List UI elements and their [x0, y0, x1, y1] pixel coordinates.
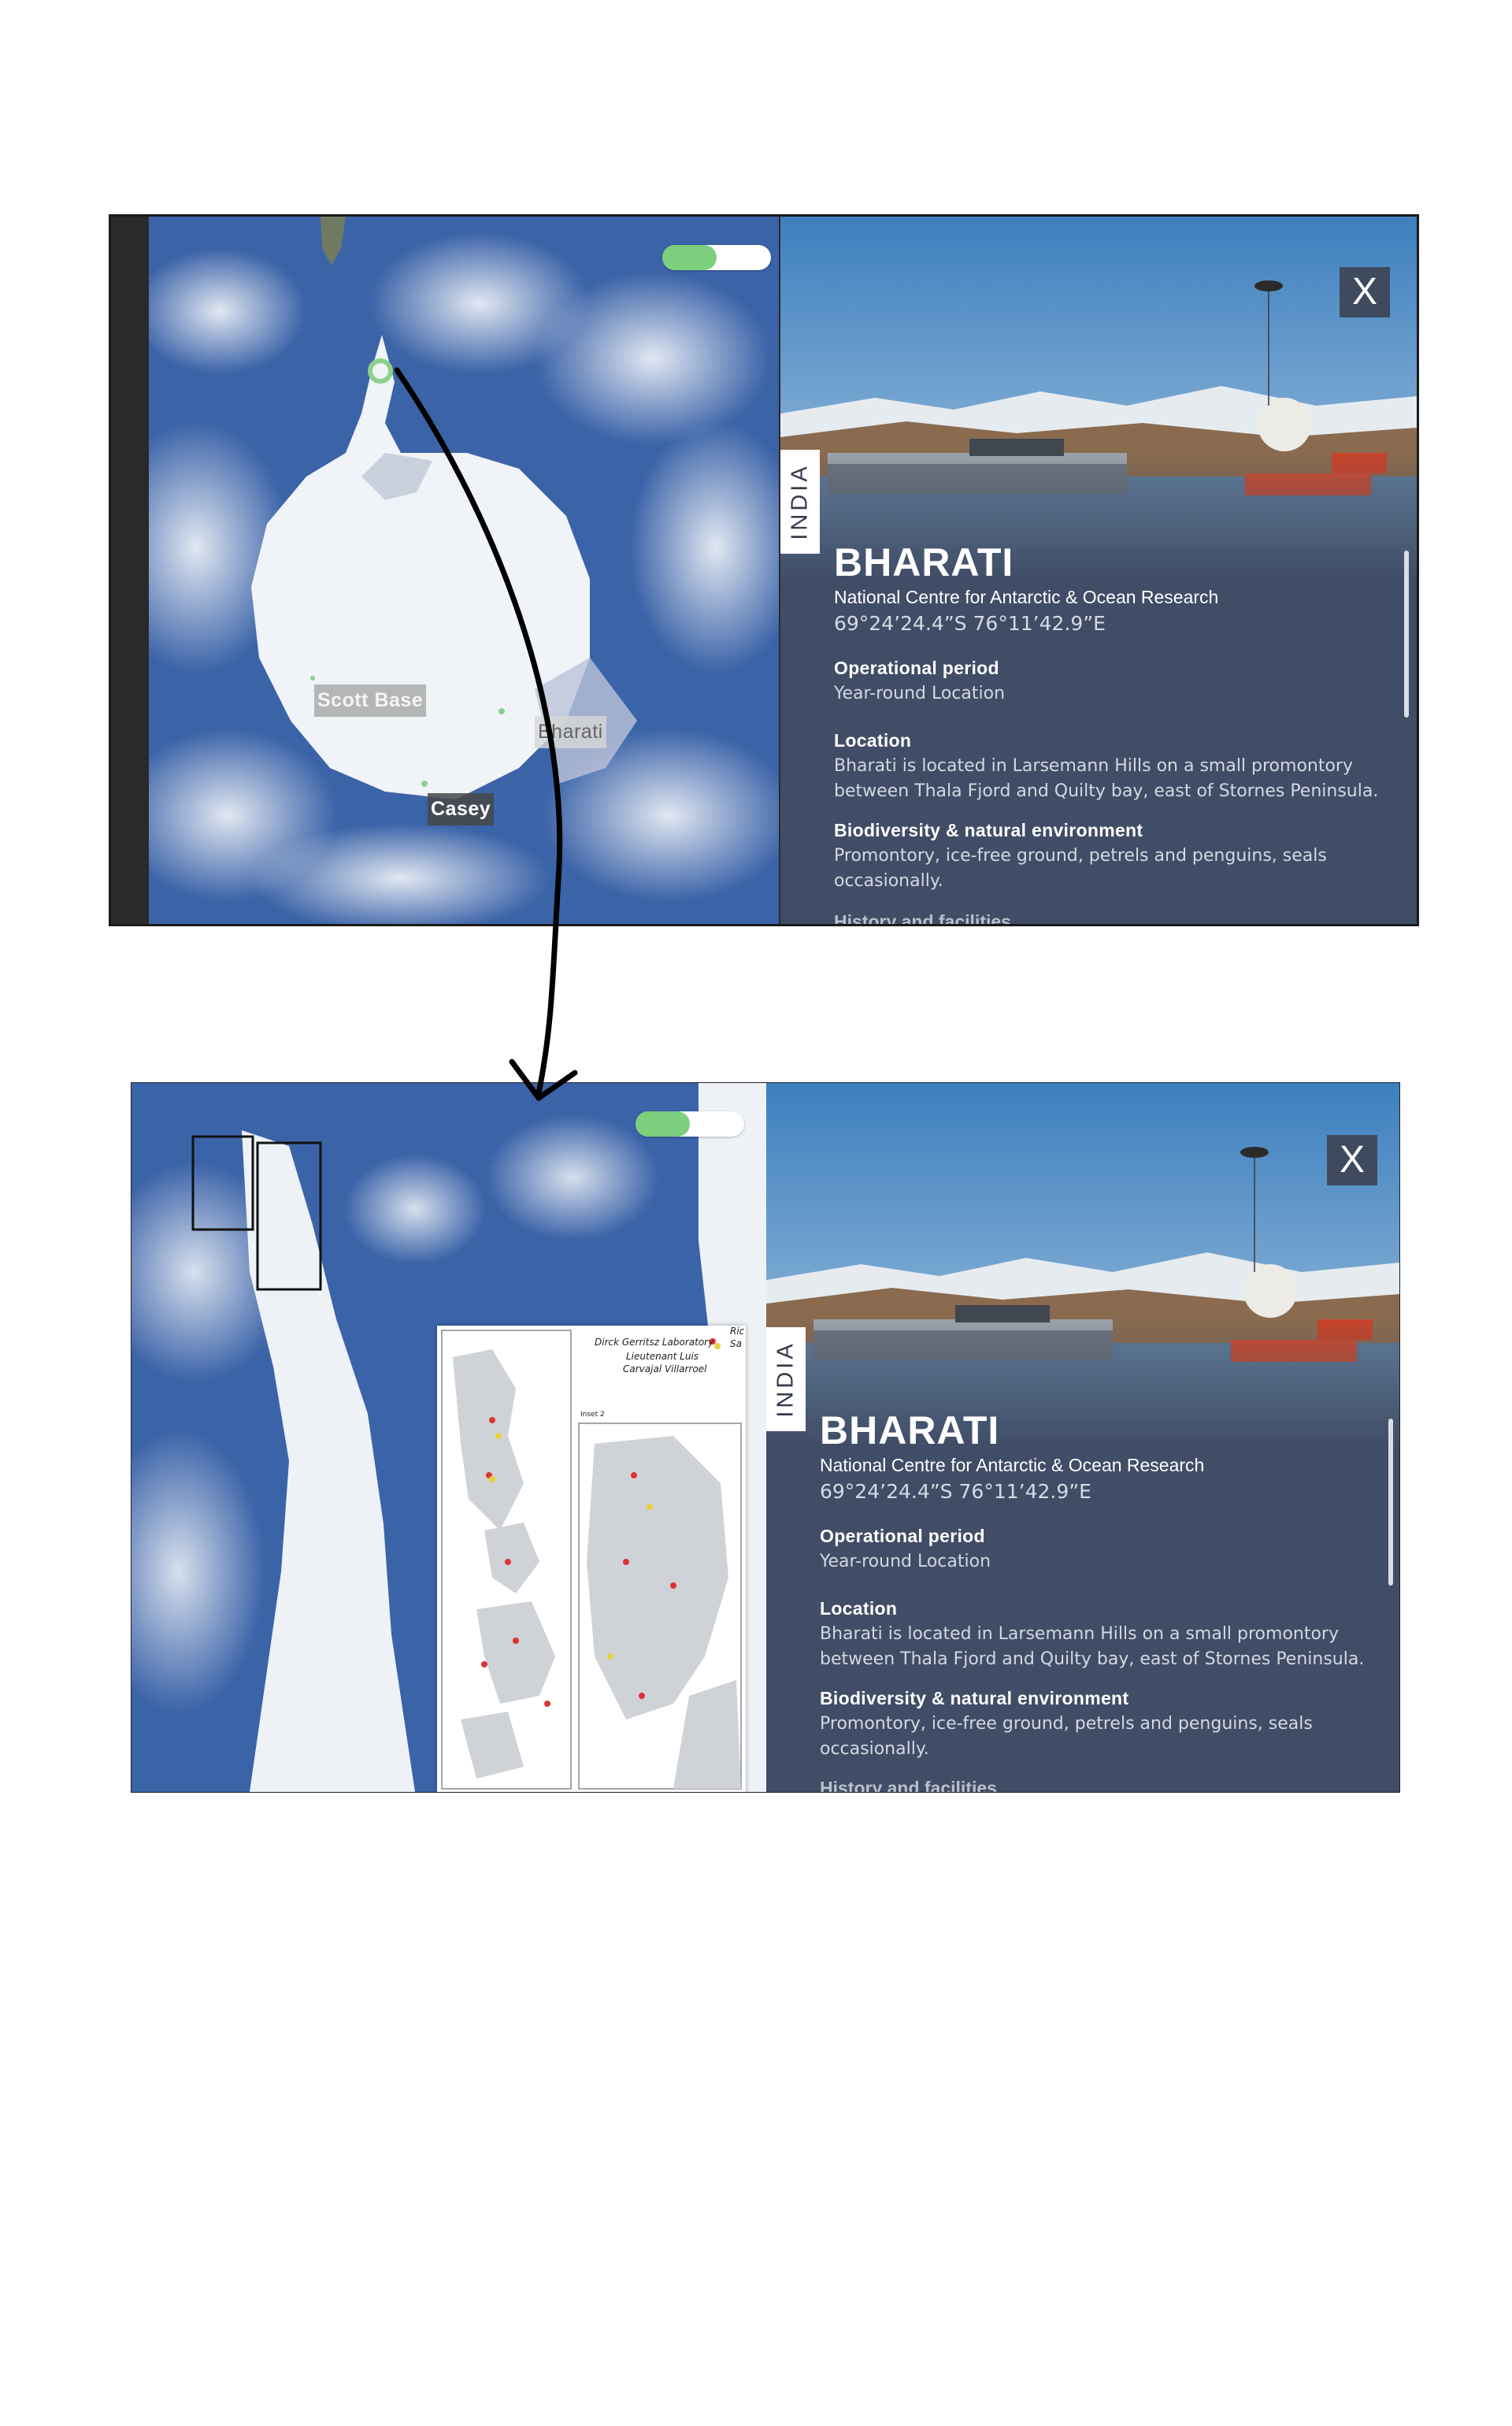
- section-heading-biodiversity: Biodiversity & natural environment: [834, 820, 1143, 840]
- panel-scrollbar[interactable]: [1404, 551, 1409, 718]
- bottom-screenshot: Dirck Gerritsz Laboratory Lieutenant Lui…: [131, 1082, 1400, 1793]
- section-heading-location: Location: [820, 1598, 898, 1619]
- section-text-biodiversity-line2: occasionally.: [834, 871, 943, 891]
- section-heading-history: History and facilities: [820, 1778, 997, 1792]
- inset-corner-top: Ric: [730, 1326, 745, 1337]
- close-button[interactable]: X: [1327, 1135, 1377, 1185]
- map-label-scott-base[interactable]: Scott Base: [314, 684, 427, 717]
- station-name: BHARATI: [820, 1408, 1000, 1452]
- section-heading-biodiversity: Biodiversity & natural environment: [820, 1688, 1129, 1708]
- section-heading-history: History and facilities: [834, 911, 1011, 926]
- section-text-location-line1: Bharati is located in Larsemann Hills on…: [834, 756, 1354, 776]
- country-label: INDIA: [787, 463, 813, 540]
- station-institution: National Centre for Antarctic & Ocean Re…: [834, 587, 1219, 607]
- country-tab: INDIA: [780, 450, 820, 554]
- inset-map2-label: Inset 2: [580, 1411, 605, 1419]
- station-info-panel: X INDIA BHARATI National Centre for Anta…: [766, 1083, 1399, 1792]
- inset-title-line2: Lieutenant Luis: [626, 1351, 699, 1362]
- country-label: INDIA: [773, 1341, 799, 1418]
- inset-map-graphic: [441, 1330, 742, 1790]
- peninsula-map[interactable]: Dirck Gerritsz Laboratory Lieutenant Lui…: [132, 1083, 766, 1792]
- close-button[interactable]: X: [1340, 267, 1390, 317]
- section-text-biodiversity-line1: Promontory, ice-free ground, petrels and…: [820, 1714, 1313, 1734]
- section-text-operational-period: Year-round Location: [834, 684, 1006, 703]
- map-layer-toggle[interactable]: [636, 1111, 744, 1137]
- station-name: BHARATI: [834, 540, 1014, 584]
- inset-corner-bottom: Sa: [730, 1338, 742, 1349]
- map-layer-toggle[interactable]: [662, 245, 771, 270]
- top-screenshot: Scott Base Bharati Casey X INDIA BHARATI…: [109, 214, 1419, 926]
- map-label-casey[interactable]: Casey: [428, 793, 495, 825]
- panel-scrollbar[interactable]: [1388, 1419, 1393, 1586]
- station-coordinates: 69°24’24.4”S 76°11’42.9”E: [820, 1480, 1091, 1503]
- map-layer-toggle-fill: [636, 1111, 690, 1137]
- section-heading-location: Location: [834, 730, 912, 751]
- map-label-bharati[interactable]: Bharati: [535, 716, 606, 748]
- country-tab: INDIA: [766, 1327, 806, 1431]
- station-photo: [766, 1083, 1399, 1445]
- inset-title-line3: Carvajal Villarroel: [623, 1363, 707, 1374]
- station-info-panel: X INDIA BHARATI National Centre for Anta…: [780, 217, 1417, 926]
- section-heading-operational-period: Operational period: [834, 658, 999, 678]
- station-institution: National Centre for Antarctic & Ocean Re…: [820, 1455, 1205, 1475]
- section-heading-operational-period: Operational period: [820, 1526, 985, 1546]
- section-text-location-line1: Bharati is located in Larsemann Hills on…: [820, 1624, 1340, 1644]
- section-text-location-line2: between Thala Fjord and Quilty bay, east…: [820, 1649, 1365, 1669]
- map-layer-toggle-fill: [662, 245, 717, 270]
- station-photo: [780, 217, 1417, 579]
- station-coordinates: 69°24’24.4”S 76°11’42.9”E: [834, 612, 1106, 635]
- station-inset-map: Dirck Gerritsz Laboratory Lieutenant Lui…: [437, 1326, 746, 1792]
- section-text-biodiversity-line2: occasionally.: [820, 1739, 929, 1759]
- inset-title-line1: Dirck Gerritsz Laboratory: [595, 1337, 714, 1348]
- section-text-operational-period: Year-round Location: [820, 1552, 991, 1571]
- section-text-biodiversity-line1: Promontory, ice-free ground, petrels and…: [834, 846, 1327, 866]
- antarctica-map[interactable]: Scott Base Bharati Casey: [149, 217, 779, 924]
- section-text-location-line2: between Thala Fjord and Quilty bay, east…: [834, 781, 1379, 801]
